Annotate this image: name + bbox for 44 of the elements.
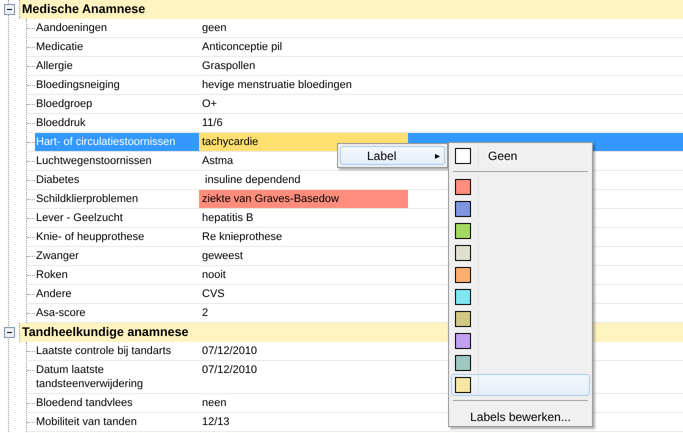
property-label[interactable]: Aandoeningen	[35, 19, 199, 37]
group-header[interactable]: Medische Anamnese	[19, 0, 683, 19]
property-value[interactable]: Re knieprothese	[199, 228, 408, 246]
property-value[interactable]: Anticonceptie pil	[199, 38, 408, 56]
property-label[interactable]: Bloedend tandvlees	[35, 394, 199, 412]
property-value[interactable]: ziekte van Graves-Basedow	[199, 190, 408, 208]
property-label[interactable]: Laatste controle bij tandarts	[35, 342, 199, 360]
property-label[interactable]: Bloedgroep	[35, 95, 199, 113]
property-label[interactable]: Allergie	[35, 57, 199, 75]
property-value[interactable]: 07/12/2010	[199, 361, 408, 393]
property-label[interactable]: Schildklierproblemen	[35, 190, 199, 208]
property-label[interactable]: Asa-score	[35, 304, 199, 322]
property-value[interactable]: CVS	[199, 285, 408, 303]
property-value[interactable]: neen	[199, 394, 408, 412]
property-value[interactable]: 07/12/2010	[199, 342, 408, 360]
property-label[interactable]: Medicatie	[35, 38, 199, 56]
menu-item[interactable]	[451, 374, 590, 396]
property-label[interactable]: Zwanger	[35, 247, 199, 265]
property-value[interactable]: hevige menstruatie bloedingen	[199, 76, 408, 94]
property-label[interactable]: Knie- of heupprothese	[35, 228, 199, 246]
menu-item[interactable]: Label ▸	[340, 146, 445, 165]
property-value[interactable]: nooit	[199, 266, 408, 284]
property-label[interactable]: Mobiliteit van tanden	[35, 413, 199, 431]
property-value[interactable]: 2	[199, 304, 408, 322]
property-value[interactable]: geen	[199, 19, 408, 37]
property-label[interactable]: Diabetes	[35, 171, 199, 189]
property-label[interactable]: Andere	[35, 285, 199, 303]
property-label[interactable]: Bloedingsneiging	[35, 76, 199, 94]
property-value[interactable]: 11/6	[199, 114, 408, 132]
property-value[interactable]: geweest	[199, 247, 408, 265]
property-label[interactable]: Lever - Geelzucht	[35, 209, 199, 227]
property-value[interactable]: Graspollen	[199, 57, 408, 75]
property-label[interactable]: Roken	[35, 266, 199, 284]
property-label[interactable]: Luchtwegenstoornissen	[35, 152, 199, 170]
property-value[interactable]: O+	[199, 95, 408, 113]
property-label[interactable]: Bloeddruk	[35, 114, 199, 132]
menu-item[interactable]: Geen	[451, 145, 590, 167]
property-value[interactable]: 12/13	[199, 413, 408, 431]
menu-item[interactable]: Labels bewerken...	[451, 405, 590, 424]
property-value[interactable]: hepatitis B	[199, 209, 408, 227]
property-label[interactable]: Datum laatste tandsteenverwijdering	[35, 361, 199, 393]
collapse-toggle[interactable]	[4, 4, 15, 15]
collapse-toggle[interactable]	[4, 327, 15, 338]
property-value[interactable]: insuline dependend	[199, 171, 408, 189]
